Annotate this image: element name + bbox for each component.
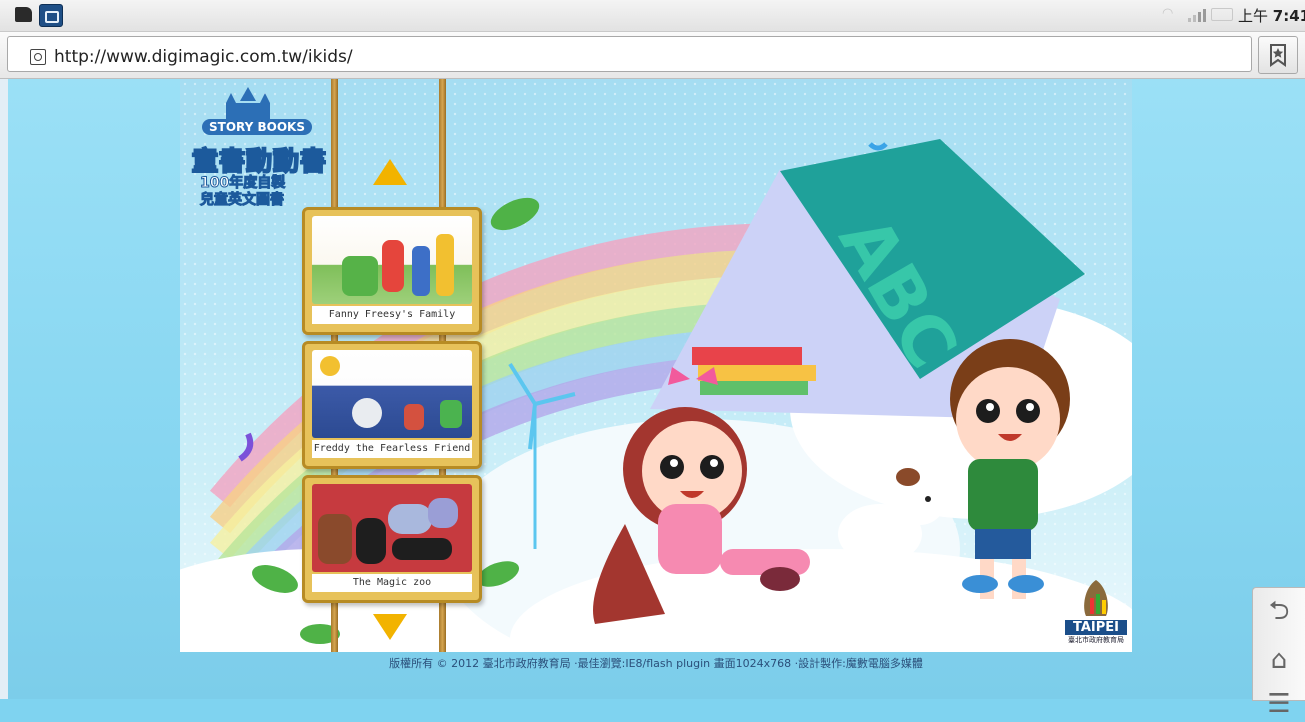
book-card-3[interactable]: The Magic zoo (302, 475, 482, 603)
taipei-emblem-icon (1084, 580, 1108, 616)
back-icon: ⮌ (1268, 596, 1290, 626)
book-cover-1 (312, 216, 472, 304)
taipei-org: 臺北市政府教育局 (1068, 636, 1124, 644)
castle-icon (226, 87, 270, 123)
battery-icon (1211, 8, 1233, 21)
home-button[interactable]: ⌂ (1259, 642, 1299, 678)
book-cover-2 (312, 350, 472, 438)
url-text[interactable]: http://www.digimagic.com.tw/ikids/ (54, 47, 353, 67)
bookmark-icon (1270, 44, 1286, 67)
bookmark-button[interactable] (1258, 36, 1298, 74)
status-bar: ◠ 上午 7:41 (0, 0, 1305, 32)
clock: 上午 7:41 (1238, 7, 1305, 25)
book-title-1[interactable]: Fanny Freesy's Family (312, 306, 472, 324)
logo-title: 童書動動書 (191, 146, 328, 178)
sd-card-icon (15, 7, 32, 22)
back-button[interactable]: ⮌ (1259, 596, 1299, 632)
book-card-1[interactable]: Fanny Freesy's Family (302, 207, 482, 335)
flash-stage: ABC STORY BOOKS 童書動動書 100年度自製 兒童英文圖書 Fan… (180, 79, 1132, 652)
logo-subtitle-line1: 100年度自製 (199, 175, 286, 192)
logo-subtitle-line2: 兒童英文圖書 (199, 192, 284, 209)
address-bar: http://www.digimagic.com.tw/ikids/ (0, 32, 1305, 79)
url-field[interactable]: http://www.digimagic.com.tw/ikids/ (7, 36, 1252, 72)
logo-subtitle: 100年度自製 兒童英文圖書 (199, 175, 286, 209)
side-nav-panel: ⮌ ⌂ ☰ (1252, 587, 1305, 719)
wifi-icon: ◠ (1162, 6, 1174, 21)
scroll-down-arrow[interactable] (373, 614, 407, 640)
home-icon: ⌂ (1270, 645, 1288, 675)
scroll-up-arrow[interactable] (373, 159, 407, 185)
left-edge (0, 79, 8, 699)
menu-button[interactable]: ☰ (1259, 686, 1299, 722)
book-title-3[interactable]: The Magic zoo (312, 574, 472, 592)
book-title-2[interactable]: Freddy the Fearless Friend (312, 440, 472, 458)
taipei-logo: TAIPEI 臺北市政府教育局 (1065, 574, 1127, 646)
camera-icon (39, 4, 63, 27)
site-favicon-icon (30, 49, 46, 65)
menu-icon: ☰ (1267, 689, 1291, 719)
logo-badge: STORY BOOKS (202, 119, 312, 135)
book-cover-3 (312, 484, 472, 572)
copyright-footer: 版權所有 © 2012 臺北市政府教育局 ·最佳瀏覽:IE8/flash plu… (389, 657, 923, 670)
signal-icon (1188, 8, 1206, 22)
taipei-name: TAIPEI (1065, 620, 1127, 635)
book-card-2[interactable]: Freddy the Fearless Friend (302, 341, 482, 469)
